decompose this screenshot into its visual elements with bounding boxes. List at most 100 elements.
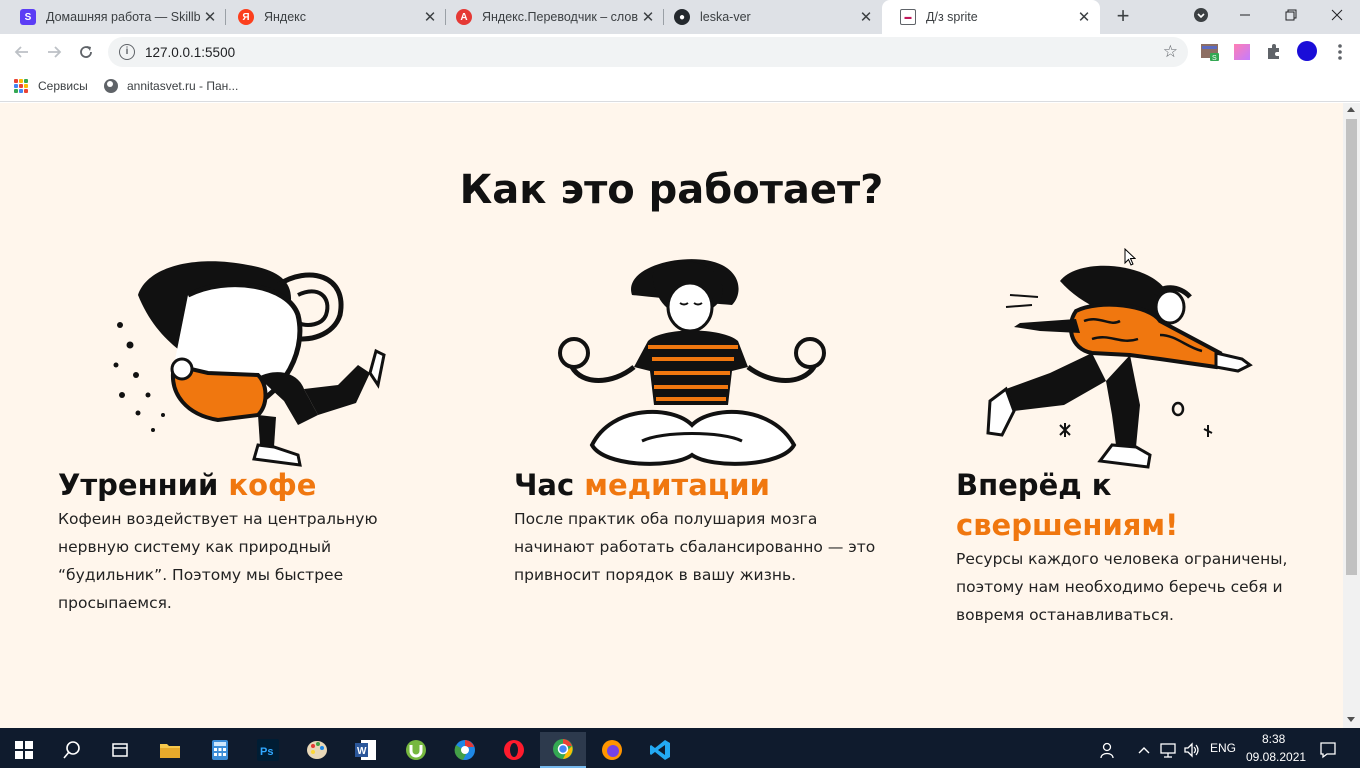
taskbar-photoshop[interactable]: Ps [248,732,288,768]
browser-icon [454,740,475,760]
page-scrollbar[interactable] [1343,103,1360,728]
word-icon: W [355,740,376,760]
network-button[interactable] [1156,732,1180,768]
new-tab-button[interactable]: + [1112,5,1134,28]
puzzle-icon[interactable] [1264,42,1284,62]
minimize-icon [1240,14,1250,16]
address-bar[interactable]: i 127.0.0.1:5500 ☆ [108,37,1188,67]
people-button[interactable] [1090,732,1126,768]
search-button[interactable] [52,732,92,768]
vscode-icon [650,740,670,760]
color-extension-icon[interactable] [1232,42,1252,62]
taskbar-calculator[interactable] [200,732,240,768]
bookmark-services[interactable]: Сервисы [14,77,88,95]
page-icon: ▬ [900,9,916,25]
github-icon: ● [674,9,690,25]
globe-icon [104,79,118,93]
bookmark-annitasvet[interactable]: annitasvet.ru - Пан... [104,77,238,95]
tray-expand-button[interactable] [1130,732,1158,768]
keyboard-language[interactable]: ENG [1210,741,1236,755]
chevron-down-icon [1194,8,1208,22]
firefox-icon [602,740,622,760]
start-button[interactable] [4,732,44,768]
utorrent-icon [406,740,426,760]
close-icon[interactable]: ✕ [638,8,658,26]
reload-icon [80,46,92,58]
close-icon[interactable]: ✕ [856,8,876,26]
reload-button[interactable] [72,38,100,66]
taskbar-firefox[interactable] [592,732,632,768]
back-button[interactable] [8,38,36,66]
bookmarks-bar: Сервисы annitasvet.ru - Пан... [0,70,1360,102]
yandex-icon: Я [238,9,254,25]
tab-title: leska-ver [700,10,751,24]
tab-title: Домашняя работа — Skillbox [46,10,200,24]
notifications-button[interactable] [1308,732,1348,768]
taskbar-paint[interactable] [297,732,337,768]
restore-button[interactable] [1268,0,1314,30]
arrow-left-icon [14,46,28,58]
chrome-icon [553,739,573,759]
card-title-coffee: Утренний кофе [58,465,438,505]
close-icon[interactable]: ✕ [420,8,440,26]
close-icon[interactable]: ✕ [1074,8,1094,26]
taskbar-word[interactable]: W [346,732,386,768]
forward-button[interactable] [40,38,68,66]
tab-translator[interactable]: A Яндекс.Переводчик – слова ✕ [438,0,664,34]
card-title-plain: Час [514,468,585,502]
minimize-button[interactable] [1222,0,1268,30]
card-title-achievements: Вперёд к свершениям! [956,465,1256,545]
taskbar-explorer[interactable] [150,732,190,768]
close-icon[interactable]: ✕ [200,8,220,26]
svg-text:Ps: Ps [260,746,273,758]
translator-icon: A [456,9,472,25]
calculator-icon [212,740,228,760]
bookmark-label: Сервисы [38,79,88,93]
taskbar-time[interactable]: 8:38 [1262,732,1285,746]
star-icon[interactable]: ☆ [1163,42,1178,62]
running-illustration [986,265,1253,469]
close-window-button[interactable] [1314,0,1360,30]
page-viewport: Как это работает? Утренний кофе Кофеин в… [0,103,1343,728]
task-view-button[interactable] [100,732,140,768]
address-url[interactable]: 127.0.0.1:5500 [145,45,235,60]
card-title-plain: Вперёд к [956,468,1112,502]
taskbar-opera[interactable] [494,732,534,768]
chevron-up-icon [1138,747,1150,754]
tab-search-button[interactable] [1178,0,1224,30]
opera-icon [504,740,524,760]
search-icon [63,741,80,759]
tab-title: Яндекс [264,10,307,24]
tab-skillbox[interactable]: S Домашняя работа — Skillbox ✕ [2,0,226,34]
scroll-down-arrow-icon[interactable] [1347,717,1355,722]
avatar[interactable] [1296,40,1318,62]
network-icon [1160,743,1176,758]
taskbar-utorrent[interactable] [396,732,436,768]
card-title-meditation: Час медитации [514,465,894,505]
card-title-accent: медитации [584,468,770,502]
tab-sprite[interactable]: ▬ Д/з sprite ✕ [882,0,1100,34]
taskbar-date[interactable]: 09.08.2021 [1246,750,1306,764]
palette-icon [307,741,327,759]
tab-title: Яндекс.Переводчик – слова [482,10,638,24]
restore-icon [1285,9,1297,21]
taskbar-chrome[interactable] [540,732,586,768]
meditation-illustration [558,259,826,466]
card-title-plain: Утренний [58,468,229,502]
scroll-up-arrow-icon[interactable] [1347,107,1355,112]
scrollbar-thumb[interactable] [1346,119,1357,575]
skillbox-icon: S [20,9,36,25]
folder-icon [160,744,180,758]
tab-github[interactable]: ● leska-ver ✕ [656,0,882,34]
windows-taskbar: Ps W ENG 8:38 09.08.2021 [0,728,1360,768]
taskbar-vscode[interactable] [640,732,680,768]
tab-yandex[interactable]: Я Яндекс ✕ [220,0,446,34]
svg-text:S: S [1212,55,1217,62]
tab-title: Д/з sprite [926,10,978,24]
tab-strip: S Домашняя работа — Skillbox ✕ Я Яндекс … [0,0,1360,34]
info-icon[interactable]: i [119,44,135,60]
volume-button[interactable] [1180,732,1204,768]
taskbar-chromium[interactable] [445,732,485,768]
extension-icon[interactable]: S [1200,42,1220,62]
menu-dots-icon[interactable] [1330,42,1350,62]
